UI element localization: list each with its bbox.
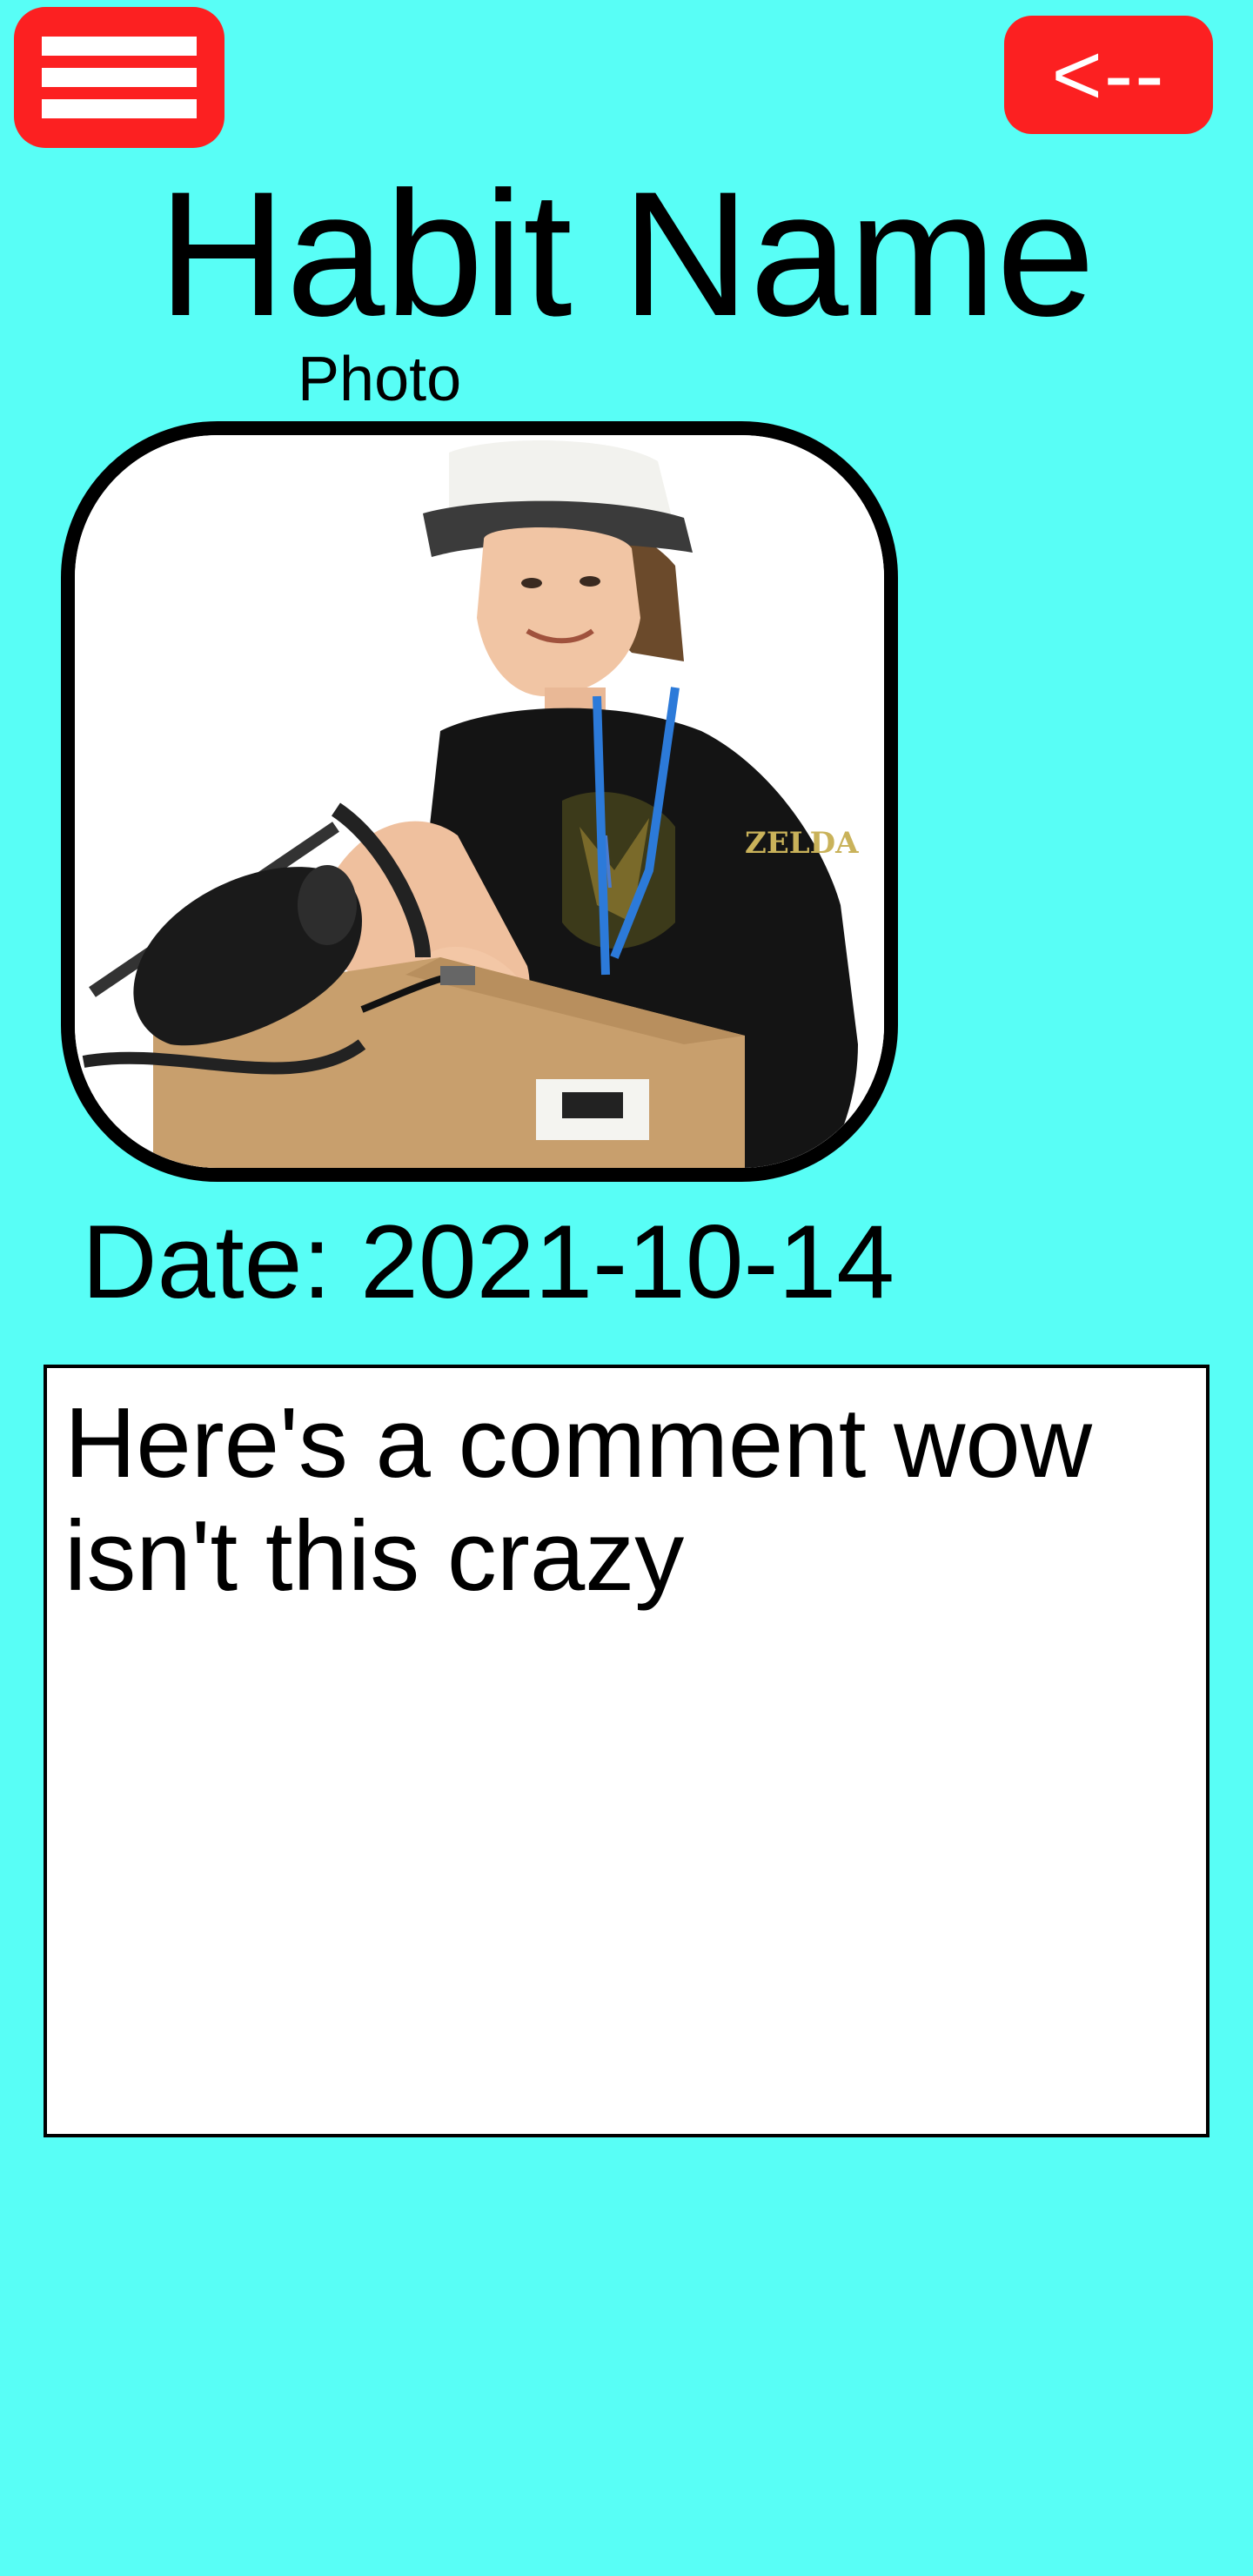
menu-button[interactable] xyxy=(14,7,224,148)
page-title: Habit Name xyxy=(157,155,1096,353)
photo-label: Photo xyxy=(298,345,462,414)
habit-photo[interactable]: ZELDA xyxy=(61,421,898,1182)
menu-bar-top xyxy=(42,37,197,56)
back-button[interactable]: <-- xyxy=(1004,16,1213,134)
date-label: Date: 2021-10-14 xyxy=(82,1204,895,1320)
svg-text:ZELDA: ZELDA xyxy=(745,826,859,861)
habit-photo-image: ZELDA xyxy=(75,435,884,1168)
menu-bar-middle xyxy=(42,68,197,87)
comment-input[interactable]: Here's a comment wow isn't this crazy xyxy=(44,1365,1209,2137)
menu-bar-bottom xyxy=(42,99,197,118)
